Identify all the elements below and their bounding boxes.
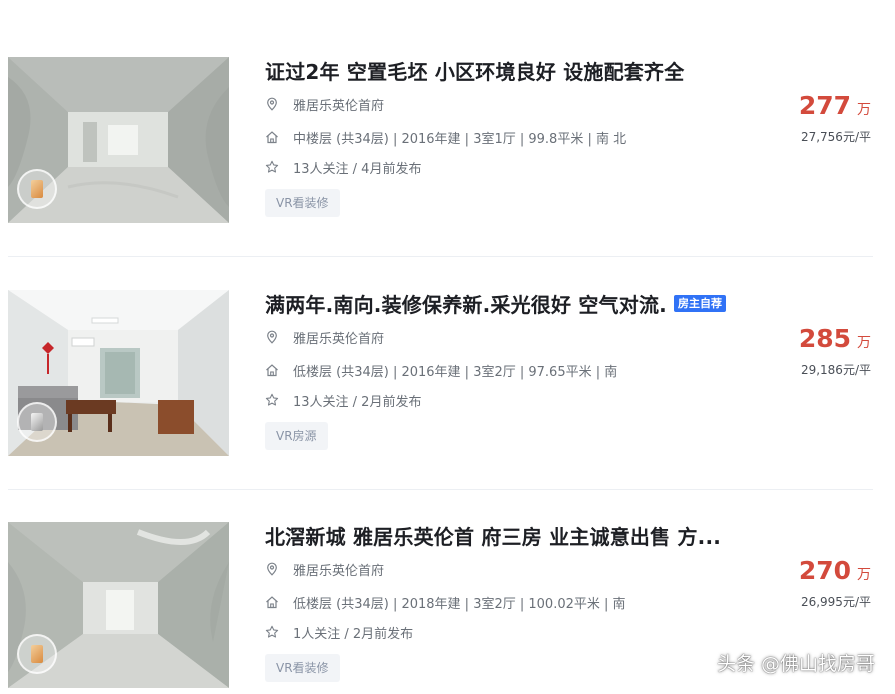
community-name[interactable]: 雅居乐英伦首府	[293, 560, 384, 579]
total-price: 277	[798, 91, 851, 120]
house-details: 中楼层 (共34层) | 2016年建 | 3室1厅 | 99.8平米 | 南 …	[293, 131, 627, 147]
location-pin-icon	[265, 330, 279, 344]
house-icon	[265, 595, 279, 609]
watermark-text: 头条 @佛山找房哥	[716, 653, 875, 675]
house-details-line: 低楼层 (共34层) | 2016年建 | 3室2厅 | 97.65平米 | 南	[265, 360, 617, 380]
price-unit: 万	[857, 567, 871, 583]
location-pin-icon	[265, 97, 279, 111]
community-name[interactable]: 雅居乐英伦首府	[293, 328, 384, 347]
community-name[interactable]: 雅居乐英伦首府	[293, 95, 384, 114]
followers-line: 13人关注 / 2月前发布	[265, 390, 421, 410]
listing-photo[interactable]	[8, 57, 229, 223]
price-unit: 万	[857, 335, 871, 351]
listing-card[interactable]: 满两年.南向.装修保养新.采光很好 空气对流. 房主自荐 雅居乐英伦首府 低楼层…	[0, 290, 895, 460]
followers-text: 13人关注 / 4月前发布	[293, 161, 422, 177]
listing-photo[interactable]	[8, 522, 229, 688]
divider	[8, 489, 873, 490]
house-icon	[265, 130, 279, 144]
listing-title[interactable]: 北滘新城 雅居乐英伦首 府三房 业主诚意出售 方...	[265, 521, 721, 550]
community-line: 雅居乐英伦首府	[265, 94, 384, 114]
vr-decoration-button[interactable]: VR看装修	[265, 654, 340, 682]
listing-photo[interactable]	[8, 290, 229, 456]
owner-recommend-badge: 房主自荐	[673, 294, 726, 312]
listing-page: 证过2年 空置毛坯 小区环境良好 设施配套齐全 雅居乐英伦首府 中楼层 (共34…	[0, 0, 895, 694]
star-icon	[265, 393, 279, 407]
listing-title[interactable]: 证过2年 空置毛坯 小区环境良好 设施配套齐全	[265, 56, 684, 85]
followers-line: 1人关注 / 2月前发布	[265, 622, 413, 642]
community-line: 雅居乐英伦首府	[265, 559, 384, 579]
listing-title[interactable]: 满两年.南向.装修保养新.采光很好 空气对流.	[265, 289, 667, 318]
followers-line: 13人关注 / 4月前发布	[265, 157, 421, 177]
followers-text: 1人关注 / 2月前发布	[293, 626, 414, 642]
house-icon	[265, 363, 279, 377]
unit-price: 26,995元/平	[800, 595, 871, 609]
total-price: 285	[798, 324, 851, 353]
vr-decoration-button[interactable]: VR看装修	[265, 189, 340, 217]
vr-360-icon	[17, 634, 57, 674]
divider	[8, 256, 873, 257]
vr-360-icon	[17, 169, 57, 209]
price-unit: 万	[857, 102, 871, 118]
unit-price: 27,756元/平	[800, 130, 871, 144]
total-price: 270	[798, 556, 851, 585]
star-icon	[265, 625, 279, 639]
price-block: 270 万 26,995元/平	[799, 556, 871, 610]
followers-text: 13人关注 / 2月前发布	[293, 394, 422, 410]
house-details: 低楼层 (共34层) | 2018年建 | 3室2厅 | 100.02平米 | …	[293, 596, 626, 612]
house-details: 低楼层 (共34层) | 2016年建 | 3室2厅 | 97.65平米 | 南	[293, 364, 618, 380]
star-icon	[265, 160, 279, 174]
vr-360-icon	[17, 402, 57, 442]
unit-price: 29,186元/平	[800, 363, 871, 377]
community-line: 雅居乐英伦首府	[265, 327, 384, 347]
listing-card[interactable]: 证过2年 空置毛坯 小区环境良好 设施配套齐全 雅居乐英伦首府 中楼层 (共34…	[0, 57, 895, 227]
location-pin-icon	[265, 562, 279, 576]
price-block: 277 万 27,756元/平	[799, 91, 871, 145]
vr-listing-button[interactable]: VR房源	[265, 422, 328, 450]
house-details-line: 中楼层 (共34层) | 2016年建 | 3室1厅 | 99.8平米 | 南 …	[265, 127, 626, 147]
house-details-line: 低楼层 (共34层) | 2018年建 | 3室2厅 | 100.02平米 | …	[265, 592, 626, 612]
price-block: 285 万 29,186元/平	[799, 324, 871, 378]
